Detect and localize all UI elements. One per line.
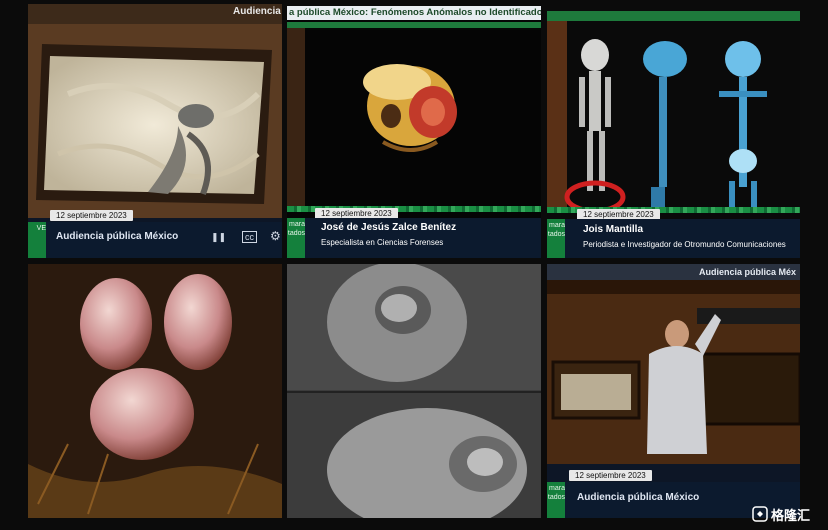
tile-man-opening-case: Audiencia pública Méx 12 septiembre 2023… bbox=[547, 264, 800, 518]
congress-side-tab: mara tados bbox=[547, 219, 565, 258]
gelonghui-logo-icon bbox=[752, 506, 768, 522]
watermark-text: 格隆汇 bbox=[771, 507, 811, 523]
organic-masses-image bbox=[28, 264, 282, 518]
date-chip: 12 septiembre 2023 bbox=[569, 470, 652, 481]
lower-third: mara tados José de Jesús Zalce Benítez E… bbox=[287, 218, 541, 258]
lower-third-title: Audiencia pública México bbox=[577, 492, 700, 503]
watermark: 格隆汇 bbox=[752, 504, 810, 524]
broadcast-title-bar: a pública México: Fenómenos Anómalos no … bbox=[287, 6, 541, 20]
pause-icon[interactable]: ❚❚ bbox=[211, 232, 226, 243]
congress-side-tab: mara tados bbox=[547, 482, 565, 518]
tile-micrograph-skulls bbox=[287, 264, 541, 518]
date-chip: 12 septiembre 2023 bbox=[50, 210, 133, 221]
lower-third-title: Audiencia pública México bbox=[56, 231, 179, 242]
lower-third: mara tados Jois Mantilla Periodista e In… bbox=[547, 219, 800, 258]
tile-organic-masses bbox=[28, 264, 282, 518]
tile-header-label: Audiencia pública Méx bbox=[547, 264, 800, 280]
speaker-role: Periodista e Investigador de Otromundo C… bbox=[583, 240, 786, 249]
speaker-role: Especialista en Ciencias Forenses bbox=[321, 238, 444, 247]
congress-side-tab: VE bbox=[28, 222, 46, 258]
speaker-name: Jois Mantilla bbox=[583, 224, 644, 235]
settings-gear-icon[interactable]: ⚙ bbox=[270, 229, 281, 243]
congress-side-tab: mara tados bbox=[287, 218, 305, 258]
tile-skull-scan: a pública México: Fenómenos Anómalos no … bbox=[287, 6, 541, 258]
tile-mummy-case: Audiencia 12 septiembre 2023 VE Audienci… bbox=[28, 4, 282, 258]
captions-icon[interactable]: cc bbox=[242, 231, 257, 243]
micrograph-skulls-image bbox=[287, 264, 541, 518]
speaker-name: José de Jesús Zalce Benítez bbox=[321, 222, 457, 233]
tile-header-label: Audiencia bbox=[233, 6, 281, 17]
image-collage: Audiencia 12 septiembre 2023 VE Audienci… bbox=[0, 0, 828, 530]
tile-xray-figures: 12 septiembre 2023 mara tados Jois Manti… bbox=[547, 11, 800, 258]
lower-third: VE Audiencia pública México ❚❚ cc ⚙ bbox=[28, 222, 282, 258]
